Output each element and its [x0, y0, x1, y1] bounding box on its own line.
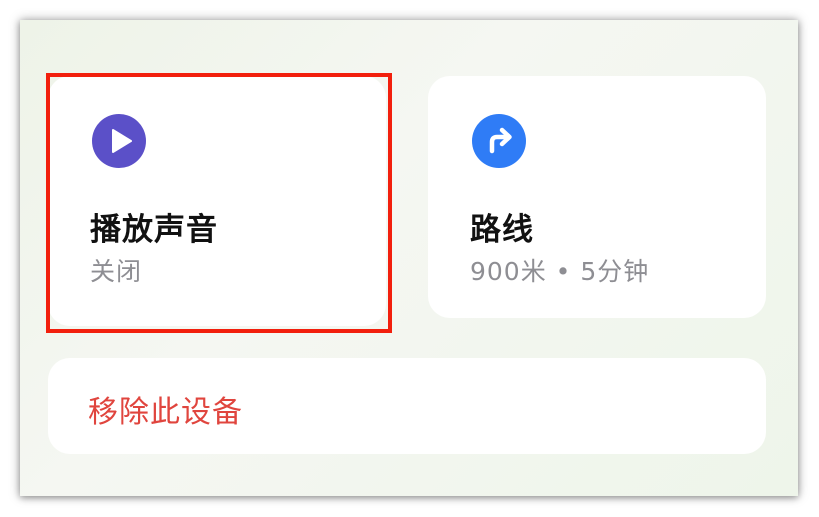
route-detail: 900米 • 5分钟: [470, 257, 650, 286]
play-sound-card[interactable]: 播放声音 关闭: [48, 76, 386, 326]
route-icon-badge: [472, 114, 526, 168]
remove-device-button[interactable]: 移除此设备: [48, 358, 766, 454]
route-card[interactable]: 路线 900米 • 5分钟: [428, 76, 766, 318]
route-title: 路线: [470, 212, 534, 248]
remove-device-label: 移除此设备: [88, 395, 243, 430]
play-sound-title: 播放声音: [90, 212, 218, 248]
play-icon: [112, 129, 132, 153]
play-sound-icon-badge: [92, 114, 146, 168]
play-sound-status: 关闭: [90, 257, 143, 286]
turn-right-arrow-icon: [489, 127, 512, 154]
device-panel: 播放声音 关闭 路线 900米 • 5分钟 移除此设备: [20, 20, 798, 496]
